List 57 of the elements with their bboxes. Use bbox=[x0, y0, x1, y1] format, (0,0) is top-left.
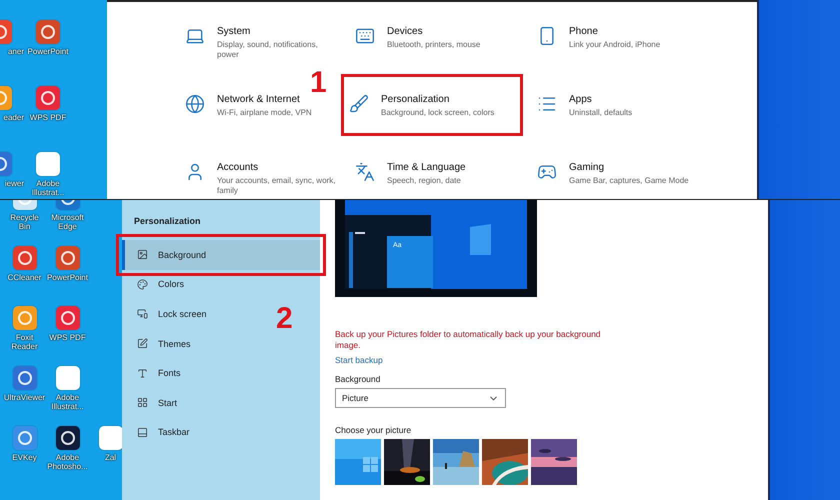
tile-description: Wi-Fi, airplane mode, VPN bbox=[217, 108, 313, 118]
icon-label: PowerPoint bbox=[46, 273, 88, 282]
icon-label: CCleaner bbox=[6, 273, 42, 282]
icon-label: EVKey bbox=[11, 453, 38, 462]
tile-description: Speech, region, date bbox=[387, 176, 462, 186]
backup-message: Back up your Pictures folder to automatically back up your background image. bbox=[335, 329, 602, 350]
tile-title: Gaming bbox=[569, 162, 606, 173]
icon-label: Adobe Illustrat... bbox=[30, 179, 66, 198]
settings-tile[interactable]: System Display, sound, notifications, power bbox=[179, 20, 349, 61]
tile-description: Game Bar, captures, Game Mode bbox=[569, 176, 689, 186]
icon-label: Adobe Photosho... bbox=[46, 453, 88, 472]
icon-label: Adobe Illustrat... bbox=[50, 393, 85, 412]
section-label: Choose your picture bbox=[335, 425, 412, 436]
tile-description: Link your Android, iPhone bbox=[569, 40, 662, 50]
tile-title: System bbox=[217, 26, 252, 37]
icon-label: Foxit Reader bbox=[10, 333, 39, 352]
background-dropdown[interactable]: Picture bbox=[335, 388, 506, 408]
tile-title: Personalization bbox=[381, 94, 450, 105]
icon-label: Recycle Bin bbox=[9, 213, 40, 232]
icon-label: UltraViewer bbox=[4, 393, 46, 402]
sidebar-heading: Personalization bbox=[134, 216, 202, 226]
sidebar-item[interactable]: Start bbox=[122, 388, 186, 418]
tile-title: Apps bbox=[569, 94, 593, 105]
settings-tile[interactable]: Accounts Your accounts, email, sync, work, family bbox=[179, 156, 349, 197]
icon-label: WPS PDF bbox=[28, 113, 68, 122]
icon-label: eader bbox=[2, 113, 24, 122]
icon-label: Zal bbox=[104, 453, 118, 462]
icon-label: Microsoft Edge bbox=[50, 213, 85, 232]
settings-tile[interactable]: Devices Bluetooth, printers, mouse bbox=[349, 20, 531, 50]
tile-description: Uninstall, defaults bbox=[569, 108, 634, 118]
sidebar-item[interactable]: Fonts bbox=[122, 358, 189, 388]
settings-tile[interactable]: Time & Language Speech, region, date bbox=[349, 156, 531, 186]
icon-label: PowerPoint bbox=[26, 47, 70, 56]
sidebar-item[interactable]: Colors bbox=[122, 270, 192, 300]
settings-tile[interactable]: Gaming Game Bar, captures, Game Mode bbox=[531, 156, 721, 186]
tile-description: Background, lock screen, colors bbox=[381, 108, 496, 118]
tile-description: Your accounts, email, sync, work, family bbox=[217, 176, 336, 197]
icon-label: iewer bbox=[4, 179, 24, 188]
sidebar-item[interactable]: Lock screen bbox=[122, 299, 215, 329]
settings-tile[interactable]: Apps Uninstall, defaults bbox=[531, 88, 721, 118]
tile-description: Bluetooth, printers, mouse bbox=[387, 40, 482, 50]
tile-description: Display, sound, notifications, power bbox=[217, 40, 319, 61]
tile-title: Accounts bbox=[217, 162, 260, 173]
icon-label: aner bbox=[6, 47, 24, 56]
sidebar-item[interactable]: Themes bbox=[122, 328, 199, 358]
step-number: 1 bbox=[310, 68, 327, 98]
tile-title: Network & Internet bbox=[217, 94, 301, 105]
tile-title: Time & Language bbox=[387, 162, 467, 173]
sidebar-item[interactable]: Taskbar bbox=[122, 418, 198, 448]
step-number: 2 bbox=[276, 304, 293, 334]
settings-tile[interactable]: Personalization Background, lock screen, colors bbox=[341, 74, 523, 136]
tile-title: Devices bbox=[387, 26, 424, 37]
start-backup-link[interactable]: Start backup bbox=[335, 355, 383, 366]
field-label: Background bbox=[335, 374, 382, 384]
icon-label: WPS PDF bbox=[48, 333, 87, 342]
settings-tile[interactable]: Phone Link your Android, iPhone bbox=[531, 20, 721, 50]
tile-title: Phone bbox=[569, 26, 599, 37]
